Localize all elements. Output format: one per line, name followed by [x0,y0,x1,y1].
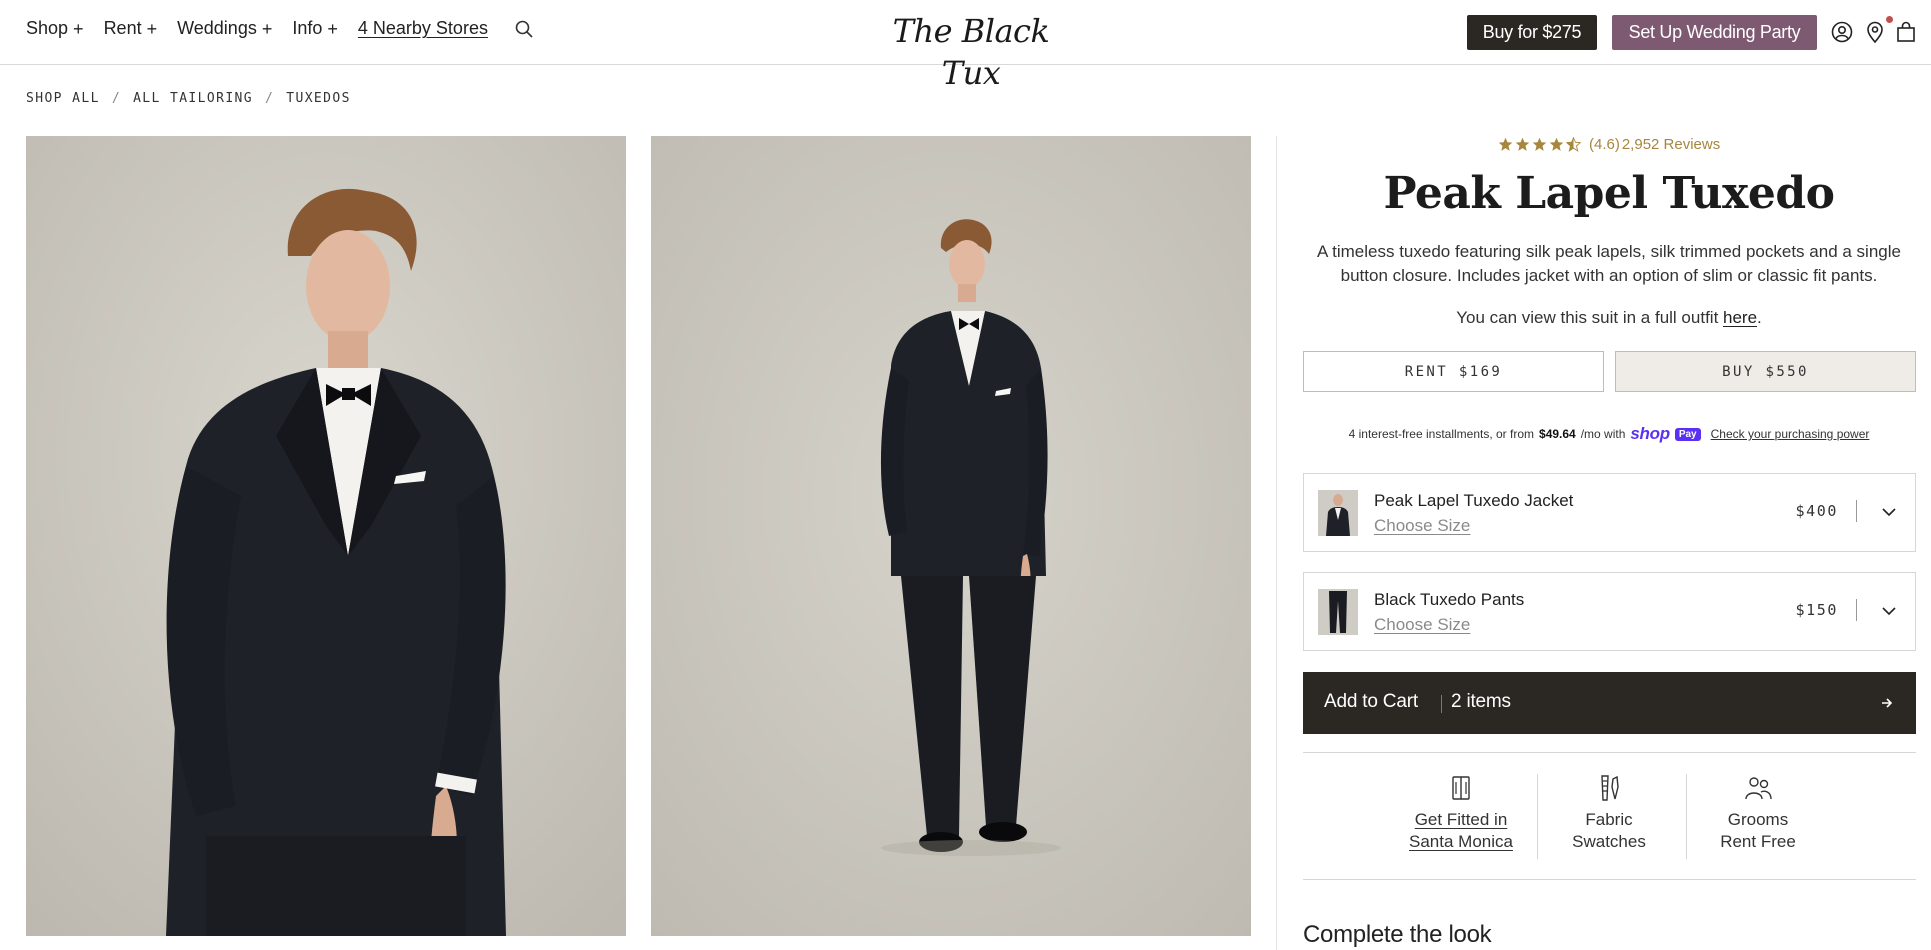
choose-size-link[interactable]: Choose Size [1374,615,1470,635]
plus-icon: + [73,18,84,39]
item-name: Peak Lapel Tuxedo Jacket [1374,491,1574,510]
nav-rent-label: Rent [103,18,142,38]
shoppay-prefix: 4 interest-free installments, or from [1348,427,1535,441]
feature-get-fitted[interactable]: Get Fitted in Santa Monica [1386,773,1536,853]
plus-icon: + [146,18,158,39]
choose-size-link[interactable]: Choose Size [1374,516,1470,536]
main-nav: Shop + Rent + Weddings + Info + 4 Nearby… [26,18,534,39]
nav-info[interactable]: Info + [292,18,338,39]
plus-icon: + [261,18,273,39]
shoppay-logo: shop [1630,424,1670,443]
cart-item-count: 2 items [1451,691,1511,712]
nav-info-label: Info [292,18,323,38]
feature-fabric-line1: Fabric [1585,810,1633,829]
search-icon[interactable] [514,19,534,39]
nav-rent[interactable]: Rent + [104,18,158,39]
account-icon[interactable] [1830,20,1854,44]
item-name: Black Tuxedo Pants [1374,590,1525,609]
plus-icon: + [327,18,338,39]
divider-line [1303,879,1916,880]
nav-shop[interactable]: Shop + [26,18,84,39]
breadcrumb-shop-all[interactable]: SHOP ALL [26,91,100,106]
view-outfit-text: You can view this suit in a full outfit … [1303,308,1915,328]
rating-value: (4.6) [1589,136,1620,153]
feature-grooms-rent-free[interactable]: Grooms Rent Free [1683,773,1833,853]
item-divider [1856,500,1857,522]
product-description: A timeless tuxedo featuring silk peak la… [1317,242,1901,285]
arrow-right-icon [1882,698,1893,708]
item-divider [1856,599,1857,621]
nav-weddings[interactable]: Weddings + [177,18,272,39]
rent-option-button[interactable]: RENT $169 [1303,351,1604,392]
nav-shop-label: Shop [26,18,69,38]
star-icon [1549,137,1564,151]
item-card-pants[interactable]: Black Tuxedo Pants Choose Size $150 [1303,572,1916,651]
review-count[interactable]: 2,952 Reviews [1622,136,1720,153]
view-outfit-link[interactable]: here [1723,308,1757,327]
feature-fabric-line2: Swatches [1572,832,1646,851]
column-divider [1276,136,1277,950]
breadcrumb-separator: / [265,91,275,106]
breadcrumb-all-tailoring[interactable]: ALL TAILORING [133,91,253,106]
breadcrumb-separator: / [111,91,122,106]
nearby-stores-link[interactable]: 4 Nearby Stores [358,18,488,39]
site-logo[interactable]: The Black Tux [868,10,1074,92]
notification-dot [1886,16,1893,23]
bag-icon[interactable] [1894,20,1918,44]
complete-the-look-heading: Complete the look [1303,921,1492,948]
product-photo-full-length[interactable] [651,136,1251,936]
people-icon [1745,777,1772,800]
breadcrumb-tuxedos[interactable]: TUXEDOS [286,91,351,106]
site-header: Shop + Rent + Weddings + Info + 4 Nearby… [0,0,1931,92]
nav-weddings-label: Weddings [177,18,257,38]
feature-grooms-line2: Rent Free [1720,832,1796,851]
item-price: $150 [1795,601,1838,619]
star-icon [1532,137,1547,151]
shoppay-installments: 4 interest-free installments, or from $4… [1303,424,1915,444]
jacket-thumbnail [1318,490,1358,536]
star-icon [1515,137,1530,151]
feature-fitted-line1: Get Fitted in [1414,810,1508,829]
chevron-down-icon[interactable] [1881,504,1897,520]
feature-fabric-swatches[interactable]: Fabric Swatches [1534,773,1684,853]
product-title: Peak Lapel Tuxedo [1383,168,1836,219]
fabric-swatch-icon [1601,775,1619,801]
setup-wedding-party-button[interactable]: Set Up Wedding Party [1612,15,1817,50]
divider-line [1303,752,1916,753]
check-purchasing-power-link[interactable]: Check your purchasing power [1711,427,1870,441]
rating-summary[interactable]: (4.6) 2,952 Reviews [1498,136,1720,153]
location-icon[interactable] [1863,20,1887,44]
shoppay-suffix: /mo with [1580,427,1626,441]
view-outfit-suffix: . [1757,308,1762,327]
chevron-down-icon[interactable] [1881,603,1897,619]
cart-divider [1441,695,1442,713]
hanger-fitting-icon [1452,776,1470,800]
add-to-cart-button[interactable]: Add to Cart 2 items [1303,672,1916,734]
item-price: $400 [1795,502,1838,520]
product-photo-closeup[interactable] [26,136,626,936]
feature-grooms-line1: Grooms [1727,810,1789,829]
breadcrumb: SHOP ALL / ALL TAILORING / TUXEDOS [26,91,351,106]
item-card-jacket[interactable]: Peak Lapel Tuxedo Jacket Choose Size $40… [1303,473,1916,552]
view-outfit-prefix: You can view this suit in a full outfit [1456,308,1724,327]
feature-fitted-line2: Santa Monica [1409,832,1513,851]
add-to-cart-label: Add to Cart [1324,691,1418,712]
star-half-icon [1566,137,1581,152]
star-icon [1498,137,1513,151]
shoppay-amount: $49.64 [1539,427,1576,441]
buy-option-button[interactable]: BUY $550 [1615,351,1916,392]
shoppay-badge: Pay [1674,427,1701,441]
pants-thumbnail [1318,589,1358,635]
buy-for-button[interactable]: Buy for $275 [1467,15,1597,50]
